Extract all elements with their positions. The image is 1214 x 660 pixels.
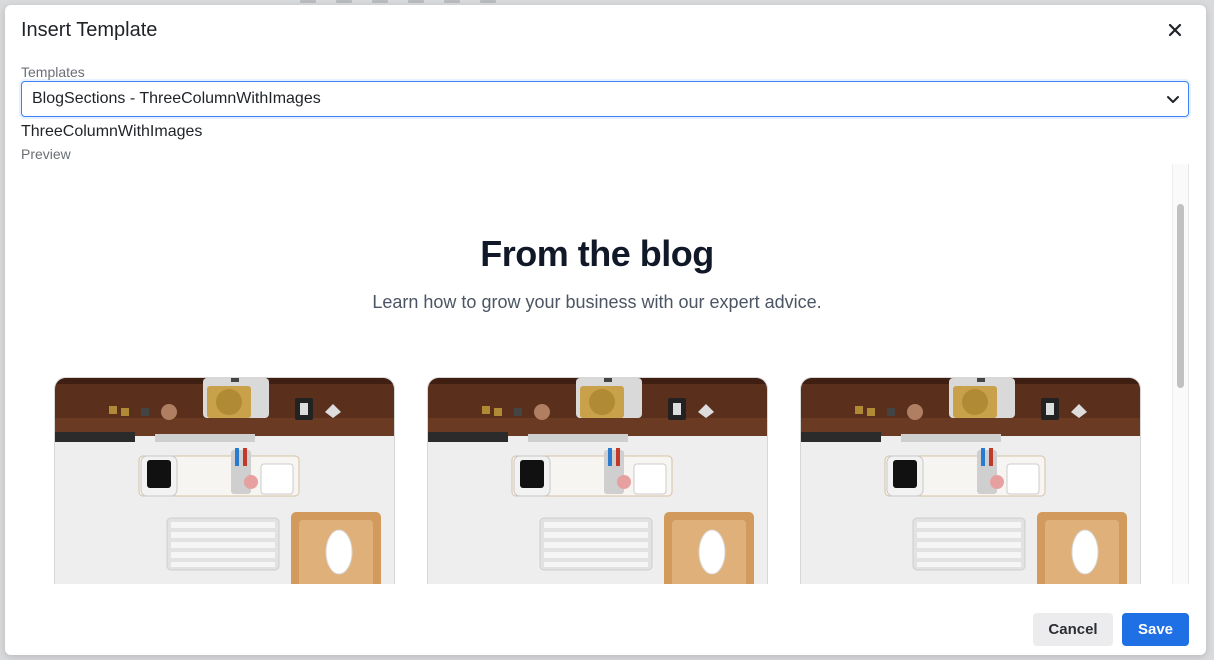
template-preview[interactable]: From the blog Learn how to grow your bus… bbox=[21, 164, 1189, 584]
blog-card-image bbox=[54, 377, 395, 584]
blog-card-image bbox=[427, 377, 768, 584]
preview-heading: From the blog bbox=[480, 233, 714, 274]
background-toolbar bbox=[300, 0, 700, 4]
preview-label: Preview bbox=[21, 146, 71, 162]
dialog-title: Insert Template bbox=[21, 19, 158, 41]
desk-workspace-photo bbox=[801, 378, 1140, 584]
templates-label: Templates bbox=[21, 64, 85, 80]
close-icon bbox=[1168, 23, 1182, 37]
scrollbar-thumb[interactable] bbox=[1177, 204, 1184, 388]
close-button[interactable] bbox=[1164, 19, 1186, 41]
desk-workspace-photo bbox=[428, 378, 767, 584]
templates-select[interactable]: BlogSections - ThreeColumnWithImages bbox=[21, 81, 1189, 117]
preview-scrollbar[interactable] bbox=[1172, 164, 1188, 584]
insert-template-dialog: Insert Template Templates BlogSections -… bbox=[5, 5, 1206, 655]
cancel-button[interactable]: Cancel bbox=[1033, 613, 1113, 646]
save-button[interactable]: Save bbox=[1122, 613, 1189, 646]
preview-subheading: Learn how to grow your business with our… bbox=[372, 292, 822, 312]
desk-workspace-photo bbox=[55, 378, 394, 584]
templates-select-value: BlogSections - ThreeColumnWithImages bbox=[32, 90, 321, 107]
blog-card-image bbox=[800, 377, 1141, 584]
template-name: ThreeColumnWithImages bbox=[21, 123, 203, 140]
chevron-down-icon bbox=[1167, 96, 1179, 103]
